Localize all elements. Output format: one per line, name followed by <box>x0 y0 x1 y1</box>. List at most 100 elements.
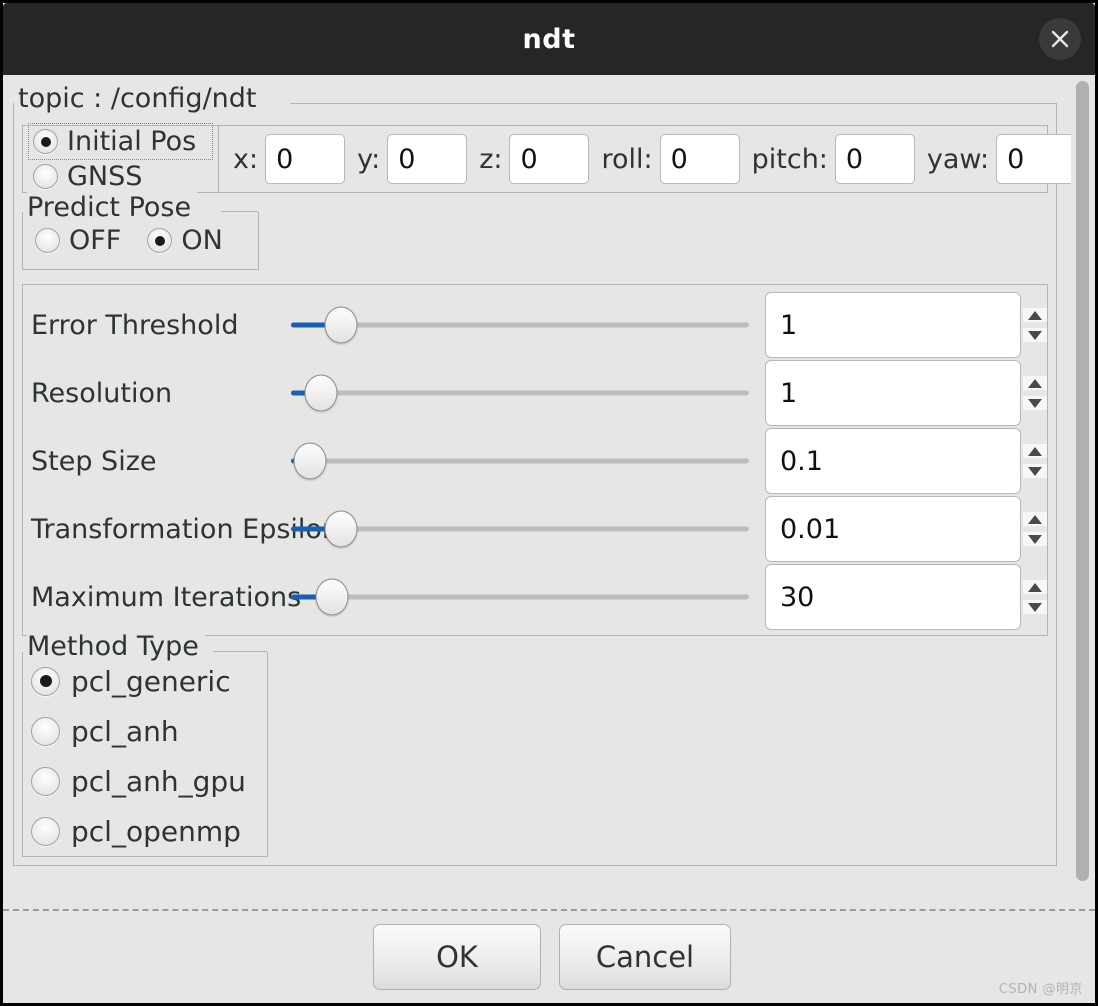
spin-row-resolution: 1 <box>765 359 1047 427</box>
slider-label-step-size: Step Size <box>31 445 157 477</box>
arrow-down-icon[interactable] <box>1023 600 1047 614</box>
vertical-scrollbar[interactable] <box>1071 77 1093 907</box>
arrow-down-icon[interactable] <box>1023 464 1047 478</box>
spin-row-transformation-epsilon: 0.01 <box>765 495 1047 563</box>
slider-track <box>291 526 749 532</box>
radio-indicator-icon <box>31 716 60 746</box>
pitch-label: pitch: <box>751 143 828 175</box>
arrow-down-icon[interactable] <box>1023 396 1047 410</box>
scrollbar-thumb[interactable] <box>1076 81 1089 881</box>
arrow-up-icon[interactable] <box>1023 444 1047 458</box>
method-type-label: Method Type <box>27 631 205 662</box>
radio-indicator-icon <box>35 228 60 253</box>
settings-content: topic : /config/ndt Initial Pos GNSS x: … <box>3 75 1077 909</box>
slider-handle[interactable] <box>315 578 349 616</box>
dialog-footer: OK Cancel CSDN @明京 <box>3 909 1095 1003</box>
x-input[interactable]: 0 <box>265 134 346 184</box>
close-icon <box>1049 28 1071 50</box>
x-label: x: <box>233 143 259 175</box>
spinbox-arrows <box>1023 308 1047 342</box>
spin-row-error-threshold: 1 <box>765 291 1047 359</box>
radio-gnss-label: GNSS <box>67 161 143 192</box>
slider-label-error-threshold: Error Threshold <box>31 309 239 341</box>
radio-predict-on-label: ON <box>181 225 223 256</box>
roll-input[interactable]: 0 <box>659 134 740 184</box>
radio-predict-off[interactable]: OFF <box>31 223 125 258</box>
slider-handle[interactable] <box>324 306 358 344</box>
slider-track <box>291 594 749 600</box>
close-button[interactable] <box>1039 18 1081 60</box>
spinbox-maximum-iterations[interactable]: 30 <box>765 564 1021 630</box>
ndt-config-dialog: ndt topic : /config/ndt Initial Pos GNSS… <box>0 0 1098 1006</box>
slider-row-maximum-iterations: Maximum Iterations <box>23 563 765 631</box>
radio-pcl-generic-label: pcl_generic <box>71 664 231 698</box>
slider-handle[interactable] <box>293 442 327 480</box>
spinbox-transformation-epsilon[interactable]: 0.01 <box>765 496 1021 562</box>
radio-indicator-icon <box>33 164 58 189</box>
y-label: y: <box>357 143 381 175</box>
slider-step-size[interactable] <box>291 441 749 481</box>
slider-track <box>291 322 749 328</box>
radio-pcl-anh[interactable]: pcl_anh <box>31 706 267 756</box>
spinbox-error-threshold[interactable]: 1 <box>765 292 1021 358</box>
slider-handle[interactable] <box>324 510 358 548</box>
y-input[interactable]: 0 <box>387 134 468 184</box>
topic-group-border <box>290 103 1056 104</box>
slider-transformation-epsilon[interactable] <box>291 509 749 549</box>
radio-pcl-generic[interactable]: pcl_generic <box>31 656 267 706</box>
window-title: ndt <box>522 23 576 55</box>
arrow-down-icon[interactable] <box>1023 328 1047 342</box>
spin-row-maximum-iterations: 30 <box>765 563 1047 631</box>
pitch-input[interactable]: 0 <box>834 134 915 184</box>
spinbox-column: 1 1 0.1 0.01 30 <box>765 291 1047 631</box>
initial-pose-frame: Initial Pos GNSS x: 0 y: 0 z: 0 roll: 0 … <box>22 123 1077 194</box>
slider-track <box>291 458 749 464</box>
spinbox-step-size[interactable]: 0.1 <box>765 428 1021 494</box>
spinbox-resolution[interactable]: 1 <box>765 360 1021 426</box>
slider-resolution[interactable] <box>291 373 749 413</box>
predict-pose-label: Predict Pose <box>27 192 198 223</box>
arrow-down-icon[interactable] <box>1023 532 1047 546</box>
predict-pose-group-border <box>221 211 258 212</box>
radio-initial-pos-label: Initial Pos <box>67 126 197 157</box>
watermark: CSDN @明京 <box>998 982 1083 997</box>
spinbox-arrows <box>1023 512 1047 546</box>
arrow-up-icon[interactable] <box>1023 376 1047 390</box>
method-type-group-border <box>213 651 267 652</box>
pose-mode-radio-group: Initial Pos GNSS <box>23 123 219 194</box>
ok-button[interactable]: OK <box>373 924 541 990</box>
slider-label-maximum-iterations: Maximum Iterations <box>31 581 302 613</box>
yaw-input[interactable]: 0 <box>996 134 1077 184</box>
radio-gnss[interactable]: GNSS <box>29 159 212 194</box>
parameters-group: Error Threshold Resolution Step Size Tra… <box>22 284 1048 636</box>
radio-pcl-openmp[interactable]: pcl_openmp <box>31 806 267 856</box>
slider-row-step-size: Step Size <box>23 427 765 495</box>
title-bar: ndt <box>3 3 1095 75</box>
cancel-button[interactable]: Cancel <box>559 924 731 990</box>
z-input[interactable]: 0 <box>509 134 590 184</box>
radio-pcl-anh-gpu[interactable]: pcl_anh_gpu <box>31 756 267 806</box>
radio-pcl-anh-label: pcl_anh <box>71 714 179 748</box>
spinbox-arrows <box>1023 376 1047 410</box>
slider-track <box>291 390 749 396</box>
spinbox-arrows <box>1023 444 1047 478</box>
slider-row-transformation-epsilon: Transformation Epsilon <box>23 495 765 563</box>
radio-indicator-icon <box>33 129 58 154</box>
slider-error-threshold[interactable] <box>291 305 749 345</box>
arrow-up-icon[interactable] <box>1023 580 1047 594</box>
arrow-up-icon[interactable] <box>1023 512 1047 526</box>
radio-indicator-icon <box>31 816 60 846</box>
radio-indicator-icon <box>31 666 60 696</box>
slider-label-resolution: Resolution <box>31 377 173 409</box>
radio-initial-pos[interactable]: Initial Pos <box>28 123 213 160</box>
z-label: z: <box>479 143 503 175</box>
slider-handle[interactable] <box>304 374 338 412</box>
arrow-up-icon[interactable] <box>1023 308 1047 322</box>
radio-predict-on[interactable]: ON <box>143 223 226 258</box>
slider-maximum-iterations[interactable] <box>291 577 749 617</box>
slider-label-transformation-epsilon: Transformation Epsilon <box>31 513 340 545</box>
pose-fields: x: 0 y: 0 z: 0 roll: 0 pitch: 0 yaw: 0 <box>219 126 1077 192</box>
dialog-body: topic : /config/ndt Initial Pos GNSS x: … <box>3 75 1095 909</box>
spin-row-step-size: 0.1 <box>765 427 1047 495</box>
method-type-group: Method Type pcl_generic pcl_anh pcl_anh_… <box>22 631 268 857</box>
